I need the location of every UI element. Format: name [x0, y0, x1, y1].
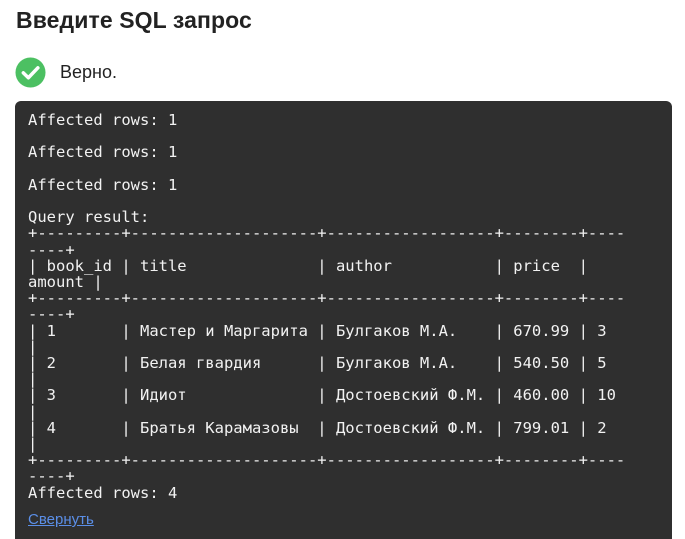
collapse-link[interactable]: Свернуть	[28, 511, 94, 529]
query-output-console: Affected rows: 1 Affected rows: 1 Affect…	[15, 101, 672, 539]
result-status: Верно.	[15, 56, 117, 88]
page-title: Введите SQL запрос	[16, 7, 252, 33]
check-circle-icon	[15, 56, 46, 88]
query-output-text: Affected rows: 1 Affected rows: 1 Affect…	[28, 111, 626, 502]
status-text: Верно.	[60, 62, 117, 82]
